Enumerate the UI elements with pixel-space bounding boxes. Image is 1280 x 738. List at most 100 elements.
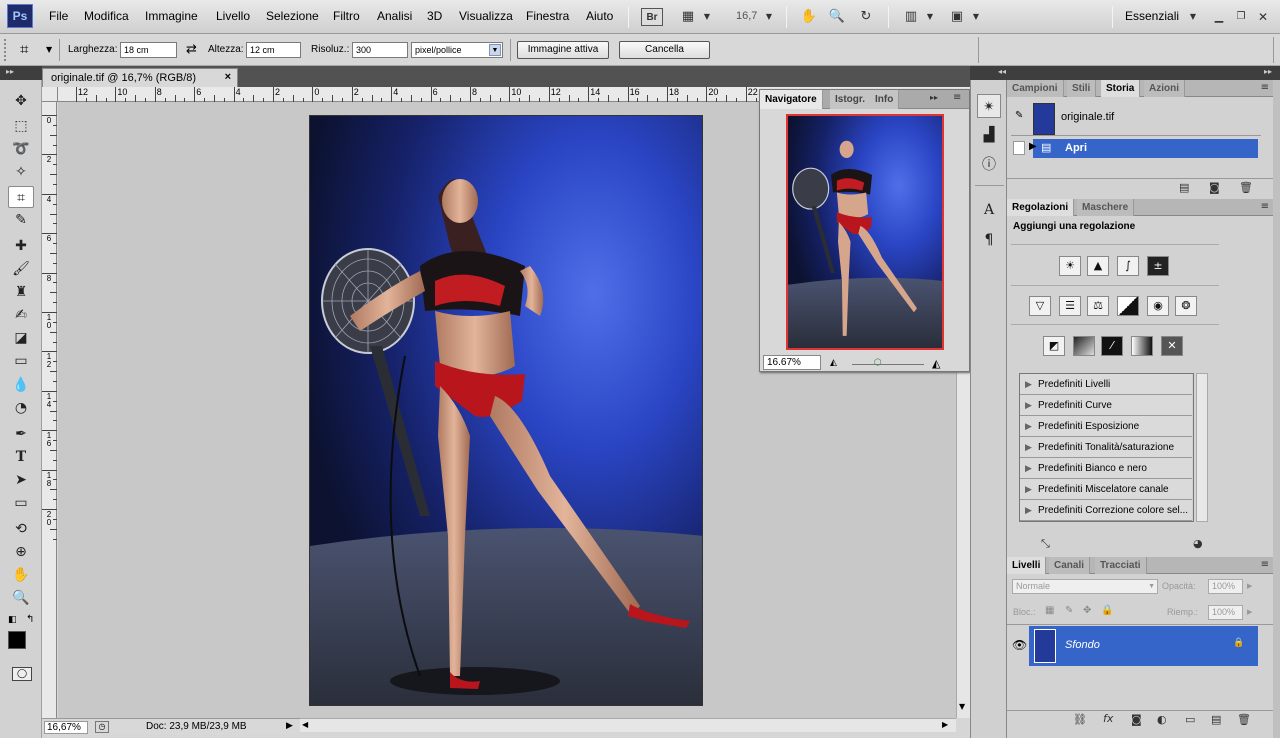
chevron-down-icon[interactable]: ▼ bbox=[702, 7, 712, 27]
layer-row[interactable]: Sfondo 🔒 bbox=[1029, 626, 1258, 666]
new-layer-icon[interactable]: ▤ bbox=[1211, 713, 1221, 726]
menu-livello[interactable]: Livello bbox=[216, 9, 250, 23]
zoom-level[interactable]: 16,7 bbox=[736, 10, 757, 22]
document-tab[interactable]: originale.tif @ 16,7% (RGB/8) × bbox=[42, 68, 238, 87]
lock-position-icon[interactable]: ✥ bbox=[1083, 605, 1091, 616]
options-grip[interactable] bbox=[4, 39, 8, 61]
color-balance-icon[interactable]: ⚖ bbox=[1087, 296, 1109, 316]
chevron-down-icon[interactable]: ▼ bbox=[1188, 7, 1198, 27]
foreground-color-swatch[interactable] bbox=[8, 631, 26, 649]
new-group-icon[interactable]: ▭ bbox=[1185, 713, 1195, 726]
tab-navigator[interactable]: Navigatore bbox=[760, 90, 823, 109]
tab-swatches[interactable]: Campioni bbox=[1007, 80, 1064, 97]
preset-black-white[interactable]: ▶ Predefiniti Bianco e nero bbox=[1020, 458, 1192, 479]
horizontal-scrollbar[interactable]: ◀ ▶ bbox=[300, 718, 956, 732]
chevron-down-icon[interactable]: ▼ bbox=[764, 7, 774, 27]
info-panel-icon[interactable]: ⓘ bbox=[977, 153, 1001, 177]
healing-brush-tool-icon[interactable]: ✚ bbox=[8, 235, 34, 257]
preset-exposure[interactable]: ▶ Predefiniti Esposizione bbox=[1020, 416, 1192, 437]
scroll-down-arrow[interactable]: ▼ bbox=[959, 702, 965, 711]
dodge-tool-icon[interactable]: ◔ bbox=[8, 397, 34, 419]
brush-tool-icon[interactable]: 🖌 bbox=[8, 258, 34, 280]
resolution-unit-select[interactable]: pixel/pollice ▼ bbox=[411, 42, 503, 58]
zoom-out-icon[interactable]: ◭ bbox=[830, 358, 837, 368]
arrange-documents-icon[interactable]: ▥ bbox=[900, 7, 922, 27]
preset-hue-saturation[interactable]: ▶ Predefiniti Tonalità/saturazione bbox=[1020, 437, 1192, 458]
type-tool-icon[interactable]: T bbox=[8, 446, 34, 468]
tab-history[interactable]: Storia bbox=[1101, 80, 1141, 97]
menu-finestra[interactable]: Finestra bbox=[526, 9, 569, 23]
tab-masks[interactable]: Maschere bbox=[1077, 199, 1135, 216]
menu-3d[interactable]: 3D bbox=[427, 9, 442, 23]
menu-aiuto[interactable]: Aiuto bbox=[586, 9, 613, 23]
zoom-tool-icon[interactable]: 🔍 bbox=[8, 587, 34, 609]
height-field[interactable]: 12 cm bbox=[246, 42, 301, 58]
magic-wand-tool-icon[interactable]: ✧ bbox=[8, 161, 34, 183]
vibrance-icon[interactable]: ▽ bbox=[1029, 296, 1051, 316]
history-step[interactable]: ▶ ▤ Apri bbox=[1013, 139, 1258, 158]
shape-tool-icon[interactable]: ▭ bbox=[8, 492, 34, 514]
3d-orbit-tool-icon[interactable]: ⊕ bbox=[8, 541, 34, 563]
black-white-icon[interactable] bbox=[1117, 296, 1139, 316]
lock-image-icon[interactable]: ✎ bbox=[1065, 605, 1073, 616]
chevron-down-icon[interactable]: ▼ bbox=[971, 7, 981, 27]
threshold-icon[interactable]: ⁄ bbox=[1101, 336, 1123, 356]
opacity-field[interactable]: 100% bbox=[1208, 579, 1243, 594]
chevron-down-icon[interactable]: ▼ bbox=[925, 7, 935, 27]
crop-tool-icon[interactable]: ⌗ bbox=[8, 186, 34, 208]
menu-filtro[interactable]: Filtro bbox=[333, 9, 360, 23]
default-colors-icon[interactable]: ◧ bbox=[8, 615, 17, 625]
blur-tool-icon[interactable]: 💧 bbox=[8, 374, 34, 396]
ruler-origin[interactable] bbox=[42, 87, 58, 102]
opacity-arrow-icon[interactable]: ▶ bbox=[1247, 582, 1252, 590]
chevron-down-icon[interactable]: ▼ bbox=[46, 45, 52, 54]
view-extras-icon[interactable]: ▦ bbox=[678, 7, 698, 27]
tab-layers[interactable]: Livelli bbox=[1007, 557, 1047, 574]
swap-colors-icon[interactable]: ↰ bbox=[26, 614, 34, 625]
menu-selezione[interactable]: Selezione bbox=[266, 9, 319, 23]
panels-scrollbar[interactable] bbox=[1273, 80, 1280, 738]
tab-styles[interactable]: Stili bbox=[1067, 80, 1097, 97]
tab-adjustments[interactable]: Regolazioni bbox=[1007, 199, 1075, 216]
fill-field[interactable]: 100% bbox=[1208, 605, 1243, 620]
new-snapshot-icon[interactable]: ◙ bbox=[1209, 181, 1220, 194]
collapse-panel-icon[interactable]: ▸▸ bbox=[930, 93, 938, 102]
histogram-panel-icon[interactable]: ▟ bbox=[977, 123, 1001, 147]
return-to-list-icon[interactable]: ⤡ bbox=[1041, 537, 1050, 551]
tab-actions[interactable]: Azioni bbox=[1144, 80, 1185, 97]
zoom-in-icon[interactable]: ◭ bbox=[932, 357, 940, 370]
hand-tool-icon[interactable]: ✋ bbox=[798, 7, 820, 27]
presets-scrollbar[interactable] bbox=[1196, 373, 1208, 522]
trash-icon[interactable]: 🗑 bbox=[1239, 181, 1253, 194]
quick-mask-icon[interactable]: ◯ bbox=[12, 667, 32, 681]
paragraph-panel-icon[interactable]: ¶ bbox=[977, 228, 1001, 252]
minimize-icon[interactable]: ▁ bbox=[1212, 7, 1226, 27]
navigator-thumbnail[interactable] bbox=[786, 114, 944, 350]
marquee-tool-icon[interactable]: ⬚ bbox=[8, 115, 34, 137]
rotate-view-icon[interactable]: ↻ bbox=[855, 7, 877, 27]
crop-tool-icon[interactable]: ⌗ bbox=[20, 40, 28, 58]
clip-to-layer-icon[interactable]: ◕ bbox=[1193, 537, 1203, 550]
eraser-tool-icon[interactable]: ◪ bbox=[8, 327, 34, 349]
path-selection-tool-icon[interactable]: ➤ bbox=[8, 469, 34, 491]
workspace-switcher[interactable]: Essenziali bbox=[1125, 9, 1179, 23]
character-panel-icon[interactable]: A bbox=[977, 198, 1001, 222]
add-mask-icon[interactable]: ◙ bbox=[1131, 713, 1142, 726]
photo-filter-icon[interactable]: ◉ bbox=[1147, 296, 1169, 316]
close-tab-icon[interactable]: × bbox=[225, 71, 231, 83]
document-image[interactable] bbox=[309, 115, 703, 706]
zoom-slider-track[interactable] bbox=[852, 364, 924, 365]
panel-menu-icon[interactable]: ≡ bbox=[1261, 82, 1269, 93]
invert-icon[interactable]: ◩ bbox=[1043, 336, 1065, 356]
restore-icon[interactable]: ❐ bbox=[1234, 7, 1248, 27]
panel-menu-icon[interactable]: ≡ bbox=[953, 92, 961, 103]
levels-icon[interactable]: ▲ bbox=[1087, 256, 1109, 276]
tab-channels[interactable]: Canali bbox=[1049, 557, 1091, 574]
pen-tool-icon[interactable]: ✒ bbox=[8, 423, 34, 445]
menu-modifica[interactable]: Modifica bbox=[84, 9, 129, 23]
close-icon[interactable]: ✕ bbox=[1256, 7, 1270, 27]
tab-info[interactable]: Info bbox=[870, 90, 900, 109]
bridge-button[interactable]: Br bbox=[641, 8, 663, 26]
curves-icon[interactable]: ∫ bbox=[1117, 256, 1139, 276]
hue-saturation-icon[interactable]: ☰ bbox=[1059, 296, 1081, 316]
